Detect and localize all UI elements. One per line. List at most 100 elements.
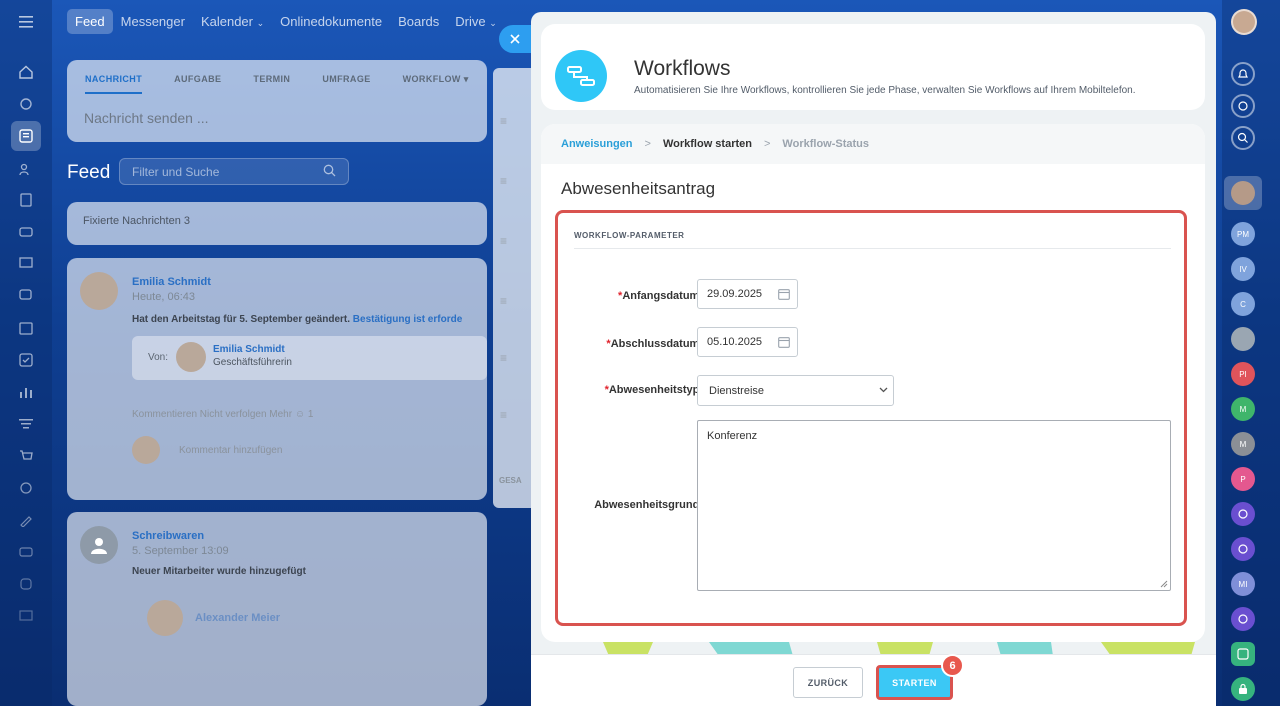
avatar-initials: P [1240, 474, 1246, 484]
form-title: Abwesenheitsantrag [561, 179, 716, 198]
tab-event[interactable]: TERMIN [253, 74, 290, 94]
background-slider-sliver: ≡ ≡ ≡ ≡ ≡ ≡ GESA [493, 68, 533, 508]
chevron-right-icon: > [763, 138, 771, 150]
step-number-badge: 6 [941, 654, 964, 677]
drag-handle-icon: ≡ [500, 174, 508, 188]
drag-handle-icon: ≡ [500, 234, 508, 248]
drag-handle-icon: ≡ [500, 294, 508, 308]
avatar[interactable]: MI [1231, 572, 1255, 596]
nav-feed[interactable]: Feed [67, 8, 113, 34]
nav-online-docs[interactable]: Onlinedokumente [272, 9, 390, 34]
top-navigation: Feed Messenger Kalender ⌄ Onlinedokument… [67, 8, 505, 34]
avatar[interactable] [176, 342, 206, 372]
workflow-header: Workflows Automatisieren Sie Ihre Workfl… [541, 24, 1205, 110]
avatar[interactable] [80, 272, 118, 310]
new-employee-name[interactable]: Alexander Meier [195, 612, 280, 624]
from-label: Von: [148, 352, 169, 363]
avatar[interactable]: C [1231, 292, 1255, 316]
workflow-slider-panel: Workflows Automatisieren Sie Ihre Workfl… [531, 12, 1216, 706]
nav-drive-label: Drive [455, 13, 486, 29]
lock-icon[interactable] [1231, 677, 1255, 701]
avatar[interactable]: P [1231, 467, 1255, 491]
filter-icon[interactable] [14, 412, 38, 436]
drive-icon[interactable] [14, 220, 38, 244]
chat-icon[interactable] [14, 284, 38, 308]
avatar-initials: C [1240, 299, 1246, 309]
avatar[interactable]: PM [1231, 222, 1255, 246]
tab-message[interactable]: NACHRICHT [85, 74, 143, 94]
avatar[interactable] [1231, 181, 1255, 205]
copilot-chat-icon[interactable] [1231, 537, 1255, 561]
contacts-icon[interactable] [14, 157, 38, 181]
avatar-initials: M [1239, 439, 1247, 449]
breadcrumb: Anweisungen > Workflow starten > Workflo… [541, 124, 1205, 164]
nav-calendar[interactable]: Kalender ⌄ [193, 9, 272, 34]
tab-workflow[interactable]: WORKFLOW ▾ [403, 74, 469, 94]
notifications-icon[interactable] [1231, 62, 1255, 86]
from-name[interactable]: Emilia Schmidt [213, 344, 285, 355]
composer-card: NACHRICHT AUFGABE TERMIN UMFRAGE WORKFLO… [67, 60, 487, 142]
avatar[interactable]: M [1231, 432, 1255, 456]
tasks-icon[interactable] [14, 348, 38, 372]
avatar[interactable] [147, 600, 183, 636]
mail-icon[interactable] [14, 604, 38, 628]
search-icon[interactable] [1231, 126, 1255, 150]
avatar[interactable]: M [1231, 397, 1255, 421]
tab-poll[interactable]: UMFRAGE [322, 74, 370, 94]
sync-icon[interactable] [14, 476, 38, 500]
page-title: Workflows [634, 57, 731, 80]
group-icon[interactable] [14, 540, 38, 564]
nav-calendar-label: Kalender [200, 13, 253, 29]
breadcrumb-instructions[interactable]: Anweisungen [561, 138, 633, 150]
tab-workflow-label: WORKFLOW [402, 74, 461, 84]
tab-task[interactable]: AUFGABE [174, 74, 221, 94]
copilot-chat-icon[interactable] [1231, 502, 1255, 526]
calendar-icon[interactable] [14, 316, 38, 340]
nav-drive[interactable]: Drive ⌄ [447, 9, 505, 34]
back-button[interactable]: ZURÜCK [793, 667, 863, 698]
message-input[interactable]: Nachricht senden ... [67, 94, 487, 142]
copilot-icon[interactable] [1231, 94, 1255, 118]
left-sidebar [0, 0, 52, 706]
nav-boards[interactable]: Boards [390, 9, 447, 34]
avatar[interactable]: IV [1231, 257, 1255, 281]
breadcrumb-start-workflow: Workflow starten [662, 138, 752, 150]
copilot-chat-icon[interactable] [1231, 607, 1255, 631]
post-actions[interactable]: Kommentieren Nicht verfolgen Mehr ☺ 1 [132, 409, 313, 420]
board-icon[interactable] [14, 252, 38, 276]
checklist-icon[interactable] [1231, 642, 1255, 666]
database-icon[interactable] [14, 572, 38, 596]
avatar[interactable]: PI [1231, 362, 1255, 386]
feed-nav-icon[interactable] [11, 121, 41, 151]
drag-handle-icon: ≡ [500, 408, 508, 422]
avatar[interactable] [1231, 327, 1255, 351]
highlight-frame [555, 210, 1187, 626]
post-author[interactable]: Schreibwaren [132, 530, 204, 542]
analytics-icon[interactable] [14, 380, 38, 404]
feed-background: NACHRICHT AUFGABE TERMIN UMFRAGE WORKFLO… [67, 60, 487, 706]
post-time: Heute, 06:43 [132, 291, 195, 303]
avatar-initials: M [1239, 404, 1247, 414]
close-slider-button[interactable] [499, 25, 531, 53]
feed-search-input[interactable]: Filter und Suche [119, 158, 349, 185]
post-text-body: Hat den Arbeitstag für 5. September geän… [132, 314, 351, 325]
nav-messenger[interactable]: Messenger [113, 9, 193, 34]
edit-icon[interactable] [14, 508, 38, 532]
collab-icon[interactable] [14, 92, 38, 116]
from-box: Von: Emilia Schmidt Geschäftsführerin [132, 336, 487, 380]
home-icon[interactable] [14, 60, 38, 84]
pinned-label: Fixierte Nachrichten 3 [83, 215, 190, 227]
post-author[interactable]: Emilia Schmidt [132, 276, 211, 288]
avatar[interactable] [1231, 9, 1257, 35]
chevron-right-icon: > [644, 138, 651, 150]
menu-icon[interactable] [14, 10, 38, 34]
post-card: Emilia Schmidt Heute, 06:43 Hat den Arbe… [67, 258, 487, 500]
confirmation-link[interactable]: Bestätigung ist erforde [353, 314, 462, 325]
document-icon[interactable] [14, 188, 38, 212]
avatar-initials: PI [1239, 369, 1247, 379]
comment-input[interactable]: Kommentar hinzufügen [179, 445, 282, 456]
post-card: Schreibwaren 5. September 13:09 Neuer Mi… [67, 512, 487, 706]
cart-icon[interactable] [14, 444, 38, 468]
pinned-messages[interactable]: Fixierte Nachrichten 3 [67, 202, 487, 245]
chevron-down-icon: ⌄ [256, 17, 265, 28]
